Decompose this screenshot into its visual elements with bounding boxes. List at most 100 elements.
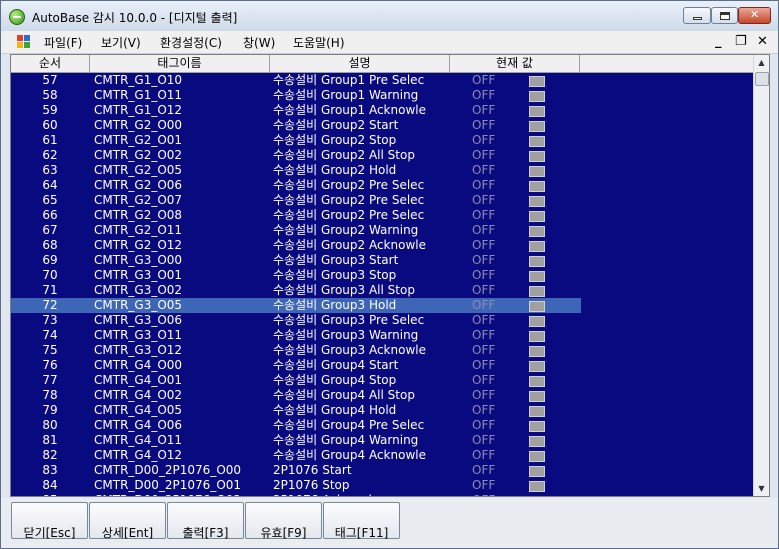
detail-ent-button[interactable]: 상세[Ent] <box>89 502 166 540</box>
menu-file[interactable]: 파일(F) <box>44 34 82 51</box>
table-row[interactable]: 68 CMTR_G2_O12 수송설비 Group2 Acknowle OFF <box>11 238 755 253</box>
table-row[interactable]: 57 CMTR_G1_O10 수송설비 Group1 Pre Selec OFF <box>11 73 755 88</box>
menu-help[interactable]: 도움말(H) <box>293 34 345 51</box>
row-order: 78 <box>42 388 58 402</box>
maximize-button[interactable] <box>711 7 738 24</box>
close-esc-button[interactable]: 닫기[Esc] <box>11 502 88 540</box>
value-indicator <box>529 466 545 477</box>
table-row[interactable]: 76 CMTR_G4_O00 수송설비 Group4 Start OFF <box>11 358 755 373</box>
tag-f11-button[interactable]: 태그[F11] <box>323 502 400 540</box>
table-row[interactable]: 60 CMTR_G2_O00 수송설비 Group2 Start OFF <box>11 118 755 133</box>
table-row[interactable]: 62 CMTR_G2_O02 수송설비 Group2 All Stop OFF <box>11 148 755 163</box>
table-row[interactable]: 75 CMTR_G3_O12 수송설비 Group3 Acknowle OFF <box>11 343 755 358</box>
table-row[interactable]: 72 CMTR_G3_O05 수송설비 Group3 Hold OFF <box>11 298 581 313</box>
table-row[interactable]: 67 CMTR_G2_O11 수송설비 Group2 Warning OFF <box>11 223 755 238</box>
row-tag-name: CMTR_D00_2P1076_O02 <box>94 493 241 496</box>
row-current-value: OFF <box>472 358 496 372</box>
row-description: 수송설비 Group3 Hold <box>273 298 397 312</box>
column-header-tag-name[interactable]: 태그이름 <box>90 55 270 72</box>
mdi-document-icon[interactable] <box>17 35 31 48</box>
scroll-thumb[interactable] <box>755 72 769 86</box>
table-row[interactable]: 73 CMTR_G3_O06 수송설비 Group3 Pre Selec OFF <box>11 313 755 328</box>
table-row[interactable]: 83 CMTR_D00_2P1076_O00 2P1076 Start OFF <box>11 463 755 478</box>
value-indicator <box>529 421 545 432</box>
scroll-up-icon[interactable]: ▲ <box>755 55 768 70</box>
row-tag-name: CMTR_G1_O12 <box>94 103 183 117</box>
vertical-scrollbar[interactable]: ▲ ▼ <box>753 55 769 496</box>
table-row[interactable]: 70 CMTR_G3_O01 수송설비 Group3 Stop OFF <box>11 268 755 283</box>
table-row[interactable]: 66 CMTR_G2_O08 수송설비 Group2 Pre Selec OFF <box>11 208 755 223</box>
row-order: 59 <box>42 103 58 117</box>
value-indicator <box>529 91 545 102</box>
scroll-down-icon[interactable]: ▼ <box>755 481 768 496</box>
close-button[interactable] <box>738 7 771 24</box>
row-current-value: OFF <box>472 343 496 357</box>
value-indicator <box>529 181 545 192</box>
row-description: 수송설비 Group1 Acknowle <box>273 103 426 117</box>
table-row[interactable]: 78 CMTR_G4_O02 수송설비 Group4 All Stop OFF <box>11 388 755 403</box>
row-description: 수송설비 Group4 Start <box>273 358 399 372</box>
table-row[interactable]: 61 CMTR_G2_O01 수송설비 Group2 Stop OFF <box>11 133 755 148</box>
table-row[interactable]: 69 CMTR_G3_O00 수송설비 Group3 Start OFF <box>11 253 755 268</box>
mdi-restore-icon[interactable]: ❐ <box>735 34 747 49</box>
table-row[interactable]: 85 CMTR_D00_2P1076_O02 2P1076 Acknowle OFF <box>11 493 755 496</box>
column-header-order[interactable]: 순서 <box>11 55 90 72</box>
row-current-value: OFF <box>472 103 496 117</box>
table-row[interactable]: 59 CMTR_G1_O12 수송설비 Group1 Acknowle OFF <box>11 103 755 118</box>
row-order: 71 <box>42 283 58 297</box>
row-tag-name: CMTR_G3_O11 <box>94 328 183 342</box>
row-current-value: OFF <box>472 268 496 282</box>
table-row[interactable]: 71 CMTR_G3_O02 수송설비 Group3 All Stop OFF <box>11 283 755 298</box>
print-f3-button[interactable]: 출력[F3] <box>167 502 244 540</box>
table-row[interactable]: 81 CMTR_G4_O11 수송설비 Group4 Warning OFF <box>11 433 755 448</box>
column-header-current-value[interactable]: 현재 값 <box>450 55 580 72</box>
title-bar[interactable]: AutoBase 감시 10.0.0 - [디지털 출력] <box>1 1 778 31</box>
menu-bar: 파일(F) 보기(V) 환경설정(C) 창(W) 도움말(H) _ ❐ ✕ <box>1 31 778 54</box>
row-description: 수송설비 Group2 Pre Selec <box>273 193 425 207</box>
value-indicator <box>529 196 545 207</box>
minimize-button[interactable] <box>683 7 711 24</box>
row-current-value: OFF <box>472 238 496 252</box>
row-description: 2P1076 Acknowle <box>273 493 379 496</box>
row-description: 수송설비 Group3 Stop <box>273 268 397 282</box>
row-tag-name: CMTR_G4_O05 <box>94 403 183 417</box>
menu-settings[interactable]: 환경설정(C) <box>160 34 222 51</box>
mdi-close-icon[interactable]: ✕ <box>757 34 768 49</box>
autobase-logo-icon <box>9 9 25 25</box>
row-current-value: OFF <box>472 403 496 417</box>
table-row[interactable]: 58 CMTR_G1_O11 수송설비 Group1 Warning OFF <box>11 88 755 103</box>
value-indicator <box>529 271 545 282</box>
table-row[interactable]: 64 CMTR_G2_O06 수송설비 Group2 Pre Selec OFF <box>11 178 755 193</box>
menu-window[interactable]: 창(W) <box>243 34 275 51</box>
row-current-value: OFF <box>472 493 495 496</box>
row-current-value: OFF <box>472 478 496 492</box>
table-body: 57 CMTR_G1_O10 수송설비 Group1 Pre Selec OFF 58 C… <box>11 73 755 496</box>
table-row[interactable]: 84 CMTR_D00_2P1076_O01 2P1076 Stop OFF <box>11 478 755 493</box>
table-row[interactable]: 63 CMTR_G2_O05 수송설비 Group2 Hold OFF <box>11 163 755 178</box>
row-tag-name: CMTR_G3_O12 <box>94 343 183 357</box>
row-description: 수송설비 Group4 Acknowle <box>273 448 426 462</box>
row-tag-name: CMTR_G2_O12 <box>94 238 183 252</box>
valid-f9-button[interactable]: 유효[F9] <box>245 502 322 540</box>
row-description: 2P1076 Start <box>273 463 352 477</box>
value-indicator <box>529 301 545 312</box>
row-description: 수송설비 Group1 Pre Selec <box>273 73 425 87</box>
row-order: 79 <box>42 403 58 417</box>
mdi-minimize-icon[interactable]: _ <box>715 34 722 49</box>
value-indicator <box>529 211 545 222</box>
table-row[interactable]: 82 CMTR_G4_O12 수송설비 Group4 Acknowle OFF <box>11 448 755 463</box>
value-indicator <box>529 436 545 447</box>
table-row[interactable]: 77 CMTR_G4_O01 수송설비 Group4 Stop OFF <box>11 373 755 388</box>
table-row[interactable]: 65 CMTR_G2_O07 수송설비 Group2 Pre Selec OFF <box>11 193 755 208</box>
table-row[interactable]: 74 CMTR_G3_O11 수송설비 Group3 Warning OFF <box>11 328 755 343</box>
value-indicator <box>529 391 545 402</box>
table-row[interactable]: 80 CMTR_G4_O06 수송설비 Group4 Pre Selec OFF <box>11 418 755 433</box>
row-description: 수송설비 Group2 Acknowle <box>273 238 426 252</box>
row-tag-name: CMTR_G1_O11 <box>94 88 183 102</box>
close-icon <box>739 8 770 23</box>
menu-view[interactable]: 보기(V) <box>101 34 141 51</box>
table-row[interactable]: 79 CMTR_G4_O05 수송설비 Group4 Hold OFF <box>11 403 755 418</box>
row-order: 76 <box>42 358 58 372</box>
row-tag-name: CMTR_G4_O01 <box>94 373 183 387</box>
column-header-description[interactable]: 설명 <box>270 55 450 72</box>
